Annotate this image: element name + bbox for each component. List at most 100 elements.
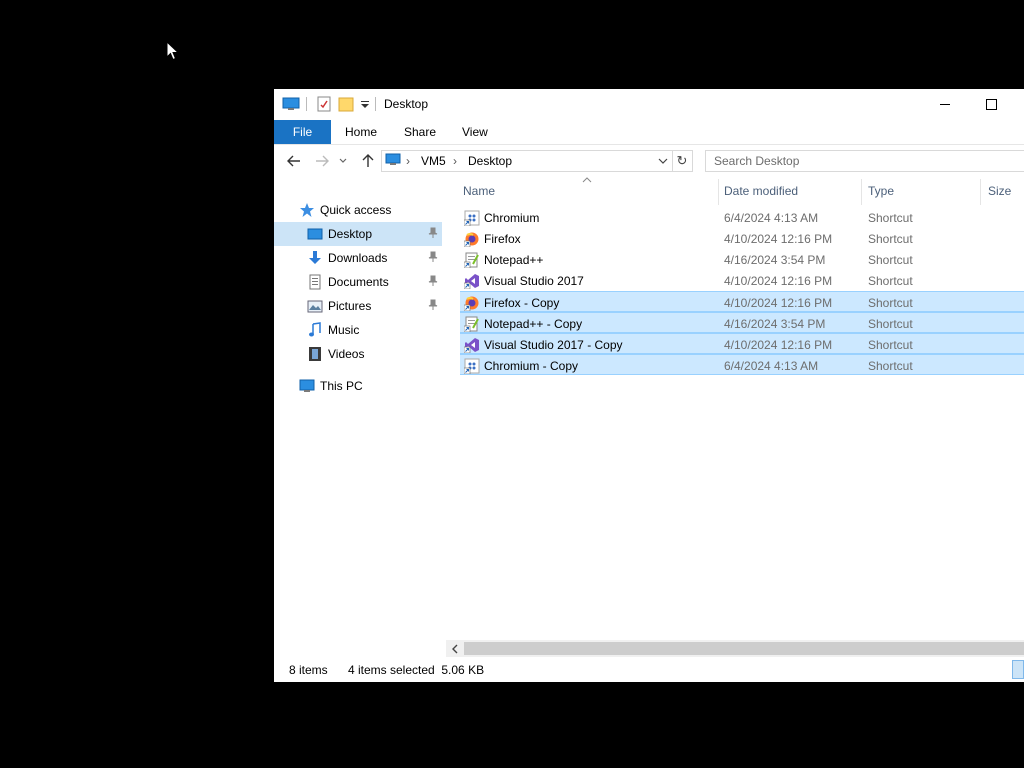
search-box[interactable]: Search Desktop [705,150,1024,172]
back-arrow-icon [287,155,300,167]
desktop-folder-icon [307,228,323,240]
refresh-icon: ↻ [676,153,688,168]
address-bar-row: › VM5 › Desktop ↻ Search Desktop [274,147,1024,175]
file-name: Chromium [484,211,540,225]
videos-folder-icon [309,347,321,361]
minimize-button[interactable] [922,89,968,119]
file-name: Chromium - Copy [484,359,579,373]
chevron-down-icon [339,158,347,163]
chevron-right-icon[interactable]: › [453,154,457,168]
column-divider[interactable] [980,179,981,205]
file-name: Notepad++ - Copy [484,317,583,331]
documents-folder-icon [309,274,321,290]
file-date-modified: 4/10/2024 12:16 PM [724,274,833,288]
chevron-left-icon [452,644,458,654]
nav-item-label: Desktop [328,227,373,241]
column-size[interactable]: Size [988,184,1011,198]
file-explorer-window: Desktop File Home Share View › VM5 › Des… [274,89,1024,682]
visual-studio-icon [464,338,479,353]
file-list: Name Date modified Type Size Chromium 6/4… [460,177,1024,647]
chevron-right-icon[interactable]: › [406,154,410,168]
forward-button[interactable] [312,151,332,171]
notepadpp-icon [464,316,479,332]
file-row[interactable]: Chromium 6/4/2024 4:13 AM Shortcut [460,207,1024,228]
scrollbar-thumb[interactable] [464,642,1024,655]
breadcrumb-desktop[interactable]: Desktop [468,154,512,168]
pin-icon[interactable] [428,227,438,239]
item-count: 8 items [289,663,328,677]
status-bar: 8 items 4 items selected 5.06 KB [274,657,1024,682]
file-name: Visual Studio 2017 - Copy [484,338,623,352]
chevron-down-icon[interactable] [658,158,668,164]
back-button[interactable] [284,151,304,171]
file-type: Shortcut [868,232,913,246]
column-divider[interactable] [718,179,719,205]
forward-arrow-icon [316,155,329,167]
tab-home[interactable]: Home [345,120,377,144]
details-view-button[interactable] [1012,660,1024,679]
file-date-modified: 4/10/2024 12:16 PM [724,296,833,310]
file-row[interactable]: Firefox 4/10/2024 12:16 PM Shortcut [460,228,1024,249]
recent-locations-button[interactable] [338,151,348,171]
nav-item-label: Music [328,323,360,337]
navigation-pane: Quick access Desktop Downloads Documents [274,192,444,642]
sort-ascending-icon [582,177,592,183]
file-row[interactable]: Firefox - Copy 4/10/2024 12:16 PM Shortcut [460,291,1024,312]
file-name: Firefox [484,232,521,246]
file-row[interactable]: Visual Studio 2017 - Copy 4/10/2024 12:16… [460,333,1024,354]
refresh-button[interactable]: ↻ [672,150,693,172]
nav-item-music[interactable]: Music [274,318,442,342]
file-type: Shortcut [868,338,913,352]
nav-item-label: Pictures [328,299,372,313]
nav-this-pc[interactable]: This PC [274,374,442,398]
divider [306,97,307,111]
column-divider[interactable] [861,179,862,205]
scroll-left-button[interactable] [448,641,462,656]
file-type: Shortcut [868,359,913,373]
tab-file[interactable]: File [274,120,331,144]
nav-item-desktop[interactable]: Desktop [274,222,442,246]
file-type: Shortcut [868,317,913,331]
title-bar: Desktop [274,89,1024,119]
pictures-folder-icon [307,300,323,313]
tab-share[interactable]: Share [404,120,436,144]
new-folder-icon[interactable] [338,96,354,112]
pin-icon[interactable] [428,299,438,311]
customize-quick-access-icon[interactable] [360,96,370,112]
nav-item-videos[interactable]: Videos [274,342,442,366]
chromium-icon [464,210,480,226]
up-button[interactable] [358,151,378,171]
horizontal-scrollbar[interactable] [446,640,1024,657]
nav-quick-access[interactable]: Quick access [274,198,442,222]
properties-icon[interactable] [316,96,332,112]
mouse-pointer-icon [166,41,180,61]
maximize-button[interactable] [968,89,1014,119]
nav-item-documents[interactable]: Documents [274,270,442,294]
nav-item-pictures[interactable]: Pictures [274,294,442,318]
breadcrumb-vm5[interactable]: VM5 [421,154,446,168]
column-header-row: Name Date modified Type Size [460,177,1024,205]
music-folder-icon [309,322,321,337]
file-row[interactable]: Chromium - Copy 6/4/2024 4:13 AM Shortcut [460,354,1024,375]
column-date-modified[interactable]: Date modified [724,184,798,198]
star-icon [300,203,314,217]
tab-view[interactable]: View [462,120,488,144]
pin-icon[interactable] [428,251,438,263]
this-pc-icon[interactable] [282,96,300,112]
file-type: Shortcut [868,274,913,288]
nav-item-downloads[interactable]: Downloads [274,246,442,270]
column-type[interactable]: Type [868,184,894,198]
firefox-icon [464,232,479,247]
address-bar[interactable]: › VM5 › Desktop [381,150,673,172]
file-row[interactable]: Notepad++ - Copy 4/16/2024 3:54 PM Shortcu… [460,312,1024,333]
file-date-modified: 6/4/2024 4:13 AM [724,359,819,373]
file-row[interactable]: Visual Studio 2017 4/10/2024 12:16 PM Shor… [460,270,1024,291]
this-pc-icon [385,153,401,165]
file-name: Firefox - Copy [484,296,560,310]
file-row[interactable]: Notepad++ 4/16/2024 3:54 PM Shortcut [460,249,1024,270]
nav-quick-access-label: Quick access [320,203,392,217]
pin-icon[interactable] [428,275,438,287]
file-date-modified: 4/10/2024 12:16 PM [724,338,833,352]
file-type: Shortcut [868,253,913,267]
column-name[interactable]: Name [463,184,495,198]
